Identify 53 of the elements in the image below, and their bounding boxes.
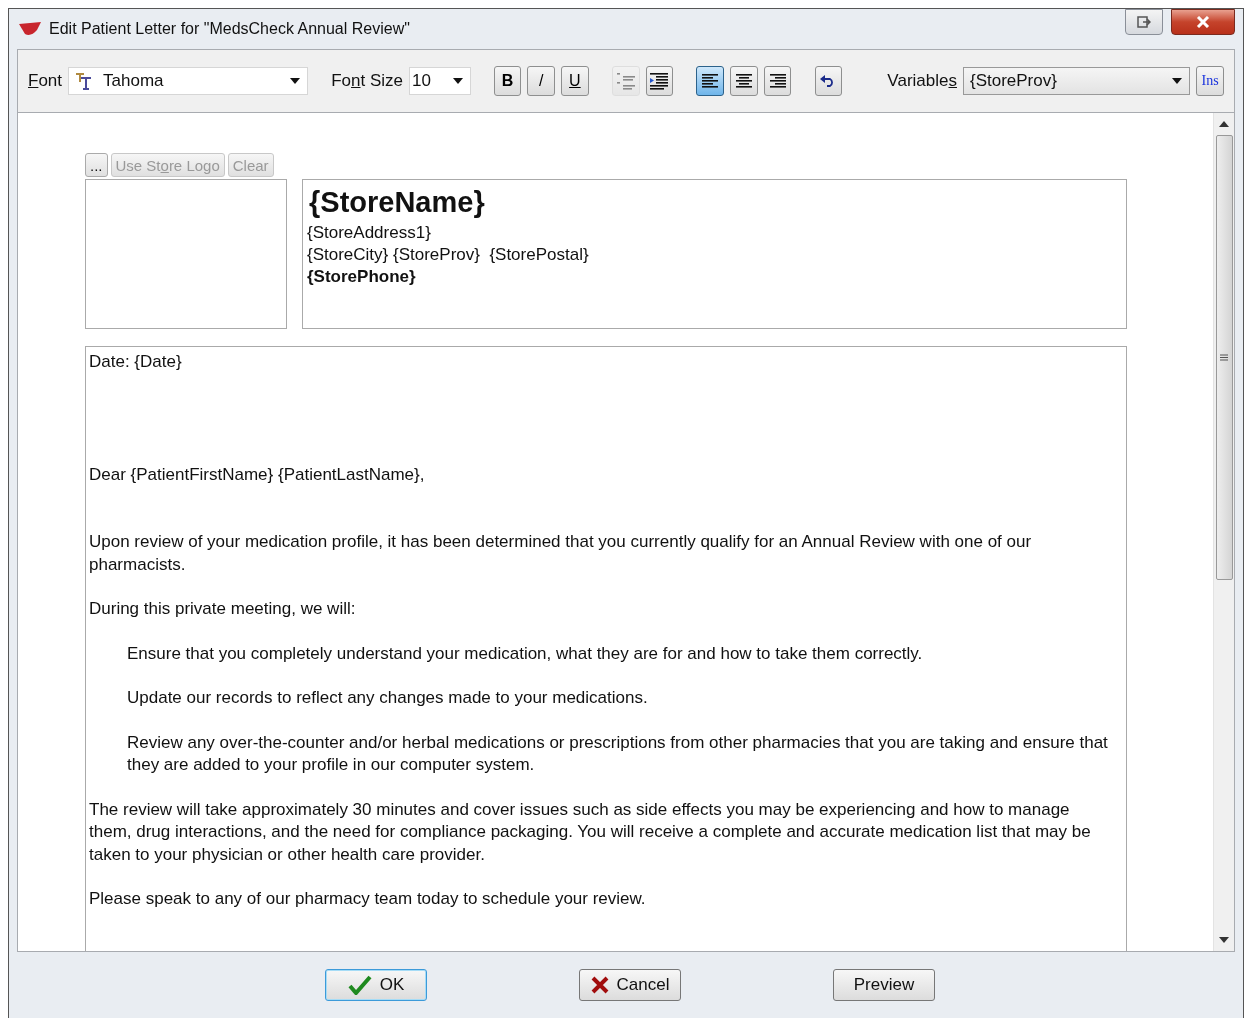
- variables-label: Variables: [887, 71, 957, 91]
- salutation: Dear {PatientFirstName} {PatientLastName},: [89, 463, 426, 486]
- store-name: {StoreName}: [308, 185, 486, 220]
- font-type-icon: [75, 72, 94, 90]
- scroll-thumb[interactable]: [1215, 135, 1233, 580]
- cancel-button[interactable]: Cancel: [579, 969, 681, 1001]
- close-icon: [1196, 16, 1210, 28]
- indent-button[interactable]: [645, 66, 674, 96]
- indent-icon: [650, 71, 669, 91]
- align-right-icon: [769, 72, 786, 90]
- font-dropdown[interactable]: Tahoma: [68, 67, 309, 95]
- align-left-button[interactable]: [696, 66, 724, 96]
- header-line: {StoreAddress1}: [307, 222, 432, 244]
- indented-paragraph: Update our records to reflect any changes made to your medications.: [126, 687, 649, 709]
- scroll-down-icon[interactable]: [1219, 937, 1229, 943]
- close-button[interactable]: [1171, 9, 1235, 35]
- align-right-button[interactable]: [763, 66, 792, 96]
- restore-button[interactable]: [1125, 9, 1163, 35]
- ok-button[interactable]: OK: [325, 969, 427, 1001]
- font-size-dropdown[interactable]: 10: [409, 67, 471, 95]
- preview-button[interactable]: Preview: [833, 969, 935, 1001]
- italic-button[interactable]: /: [527, 66, 555, 96]
- checkmark-icon: [347, 975, 372, 995]
- app-logo-icon: [19, 22, 41, 36]
- paragraph: Please speak to any of our pharmacy team today to schedule your review.: [89, 888, 647, 910]
- align-center-icon: [735, 72, 752, 90]
- undo-button[interactable]: [814, 66, 843, 96]
- scrollbar[interactable]: [1213, 113, 1234, 951]
- window-title: Edit Patient Letter for "MedsCheck Annual Review": [49, 20, 411, 38]
- header-line: {StoreCity} {StoreProv} {StorePostal}: [307, 244, 590, 266]
- font-size-label: Font Size: [331, 71, 404, 91]
- browse-button[interactable]: ...: [85, 153, 108, 177]
- scroll-up-icon[interactable]: [1219, 121, 1229, 127]
- underline-button[interactable]: U: [561, 66, 589, 96]
- dropdown-arrow-icon[interactable]: [451, 77, 464, 85]
- font-label: Font: [28, 71, 63, 91]
- restore-icon: [1137, 16, 1151, 28]
- dropdown-arrow-icon[interactable]: [1171, 77, 1184, 85]
- header-line: {StorePhone}: [307, 266, 417, 288]
- variables-dropdown[interactable]: {StoreProv}: [962, 67, 1191, 95]
- indented-paragraph: Review any over-the-counter and/or herbal medications or prescriptions from other pharmacies that you are taking and ensure that they are added to your profile in our computer system.: [126, 731, 1109, 776]
- paragraph: The review will take approximately 30 minutes and cover issues such as side effects you may be experiencing and how to manage them, drug interactions, and the need for compliance packaging. You will receive a complete and accurate medication list that may be taken to your physician or other health care provider.: [89, 798, 1092, 866]
- align-left-icon: [702, 72, 719, 90]
- cross-icon: [590, 976, 609, 994]
- date-line: Date: {Date}: [89, 351, 183, 373]
- bold-button[interactable]: B: [493, 66, 522, 96]
- paragraph: Upon review of your medication profile, it has been determined that you currently qualify for an Annual Review with one of our pharmacists.: [89, 531, 1033, 576]
- insert-button[interactable]: Ins: [1196, 66, 1224, 96]
- align-center-button[interactable]: [730, 66, 758, 96]
- paragraph: During this private meeting, we will:: [89, 598, 357, 620]
- indented-paragraph: Ensure that you completely understand your medication, what they are for and how to take them correctly.: [126, 642, 924, 665]
- dropdown-arrow-icon[interactable]: [289, 77, 302, 85]
- bullet-list-icon: [616, 71, 635, 91]
